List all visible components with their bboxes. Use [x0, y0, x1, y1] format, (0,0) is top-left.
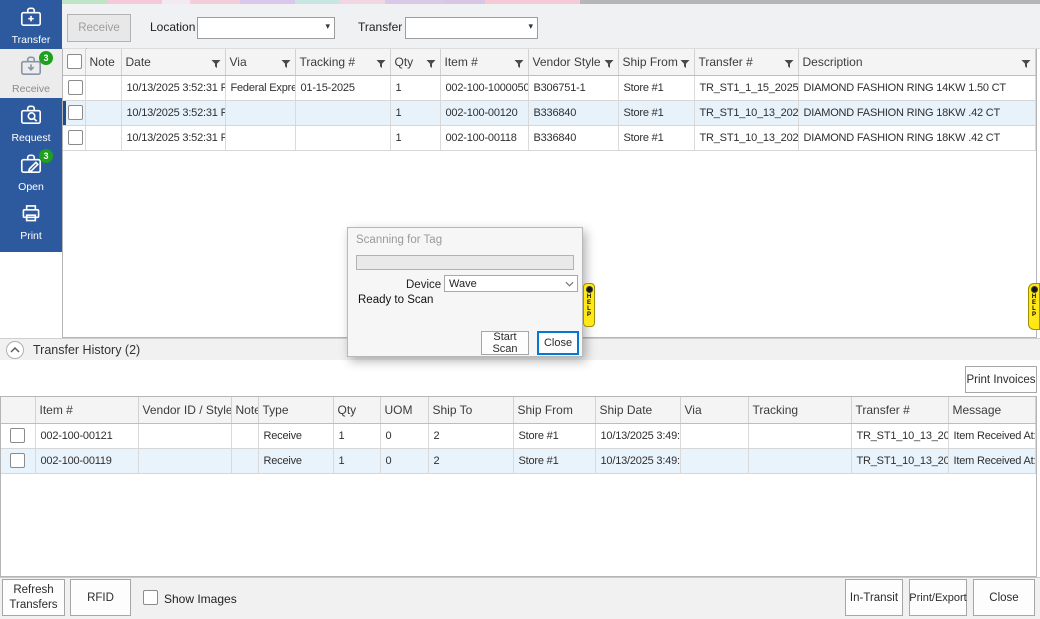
column-header-qty[interactable]: Qty	[390, 49, 440, 75]
footer-bar: Refresh Transfers RFID Show Images In-Tr…	[0, 577, 1040, 619]
sidebar: Transfer 3 Receive Request 3 Open Print	[0, 0, 62, 252]
column-header-qty[interactable]: Qty	[333, 397, 380, 423]
show-images-checkbox[interactable]	[143, 590, 158, 605]
sidebar-item-print[interactable]: Print	[0, 196, 62, 245]
scan-status-text: Ready to Scan	[358, 294, 433, 306]
sidebar-item-label: Print	[20, 230, 42, 242]
briefcase-plus-icon	[18, 4, 44, 33]
location-label: Location	[150, 20, 195, 34]
grid-header-row: Item # Vendor ID / Style Note Type Qty U…	[1, 397, 1036, 423]
edge-help-tab[interactable]: HELP	[1028, 283, 1040, 330]
toolbar: Receive Items Location ▾ Transfer # ▾	[62, 4, 1040, 49]
column-header-via[interactable]: Via	[680, 397, 748, 423]
filter-icon[interactable]	[376, 58, 386, 72]
select-all-checkbox[interactable]	[67, 54, 82, 69]
select-column-header	[1, 397, 35, 423]
column-header-item[interactable]: Item #	[440, 49, 528, 75]
transfer-history-title: Transfer History (2)	[33, 343, 140, 357]
filter-icon[interactable]	[281, 58, 291, 72]
column-header-via[interactable]: Via	[225, 49, 295, 75]
transfer-number-dropdown[interactable]: ▾	[405, 17, 538, 39]
table-row[interactable]: 10/13/2025 3:52:31 PM Federal Express 01…	[63, 75, 1036, 100]
table-row-selected[interactable]: 10/13/2025 3:52:31 PM 1 002-100-00120 B3…	[63, 100, 1036, 125]
printer-icon	[18, 200, 44, 229]
briefcase-search-icon	[18, 102, 44, 131]
dialog-close-button[interactable]: Close	[537, 331, 579, 355]
column-header-tracking[interactable]: Tracking #	[295, 49, 390, 75]
sidebar-item-transfer[interactable]: Transfer	[0, 0, 62, 49]
chevron-up-icon	[10, 347, 20, 353]
column-header-ship-to[interactable]: Ship To	[428, 397, 513, 423]
row-checkbox[interactable]	[10, 453, 25, 468]
row-checkbox[interactable]	[68, 105, 83, 120]
sidebar-item-label: Receive	[12, 83, 50, 95]
row-checkbox[interactable]	[68, 80, 83, 95]
device-dropdown[interactable]: Wave	[444, 275, 578, 292]
filter-icon[interactable]	[514, 58, 524, 72]
print-invoices-button[interactable]: Print Invoices	[965, 366, 1037, 393]
row-checkbox[interactable]	[68, 130, 83, 145]
table-row[interactable]: 002-100-00121 Receive 1 0 2 Store #1 10/…	[1, 423, 1036, 448]
help-icon	[586, 286, 593, 293]
column-header-message[interactable]: Message	[948, 397, 1036, 423]
dialog-help-tab[interactable]: HELP	[583, 283, 595, 327]
table-row[interactable]: 10/13/2025 3:52:31 PM 1 002-100-00118 B3…	[63, 125, 1036, 150]
collapse-button[interactable]	[6, 341, 24, 359]
sidebar-item-label: Request	[11, 132, 50, 144]
filter-icon[interactable]	[604, 58, 614, 72]
filter-icon[interactable]	[784, 58, 794, 72]
column-header-transfer[interactable]: Transfer #	[694, 49, 798, 75]
sidebar-item-label: Transfer	[12, 34, 51, 46]
column-header-transfer[interactable]: Transfer #	[851, 397, 948, 423]
device-label: Device	[406, 279, 441, 291]
chevron-down-icon: ▾	[325, 21, 330, 32]
column-header-note[interactable]: Note	[85, 49, 121, 75]
chevron-down-icon	[565, 281, 574, 287]
sidebar-item-open[interactable]: 3 Open	[0, 147, 62, 196]
transfer-history-grid: Item # Vendor ID / Style Note Type Qty U…	[0, 396, 1037, 577]
column-header-ship-from[interactable]: Ship From	[618, 49, 694, 75]
device-value: Wave	[449, 278, 477, 290]
filter-icon[interactable]	[211, 58, 221, 72]
chevron-down-icon: ▾	[528, 21, 533, 32]
grid-header-row: Note Date Via Tracking # Qty Item # Vend…	[63, 49, 1036, 75]
sidebar-item-label: Open	[18, 181, 44, 193]
column-header-date[interactable]: Date	[121, 49, 225, 75]
help-icon	[1031, 286, 1038, 293]
column-header-item[interactable]: Item #	[35, 397, 138, 423]
row-checkbox[interactable]	[10, 428, 25, 443]
scan-tag-input[interactable]	[356, 255, 574, 270]
in-transit-button[interactable]: In-Transit	[845, 579, 903, 616]
filter-icon[interactable]	[1021, 58, 1031, 72]
sidebar-item-receive[interactable]: 3 Receive	[0, 49, 62, 98]
filter-icon[interactable]	[426, 58, 436, 72]
column-header-vendor-style[interactable]: Vendor Style	[528, 49, 618, 75]
close-button[interactable]: Close	[973, 579, 1035, 616]
column-header-vendor-id-style[interactable]: Vendor ID / Style	[138, 397, 231, 423]
column-header-type[interactable]: Type	[258, 397, 333, 423]
receive-items-button[interactable]: Receive Items	[67, 14, 131, 42]
receive-count-badge: 3	[39, 51, 53, 65]
location-dropdown[interactable]: ▾	[197, 17, 335, 39]
start-scan-button[interactable]: Start Scan	[481, 331, 529, 355]
column-header-description[interactable]: Description	[798, 49, 1036, 75]
print-export-button[interactable]: Print/Export	[909, 579, 967, 616]
rfid-button[interactable]: RFID	[70, 579, 131, 616]
open-count-badge: 3	[39, 149, 53, 163]
refresh-transfers-button[interactable]: Refresh Transfers	[2, 579, 65, 616]
column-header-uom[interactable]: UOM	[380, 397, 428, 423]
filter-icon[interactable]	[680, 58, 690, 72]
select-all-header[interactable]	[63, 49, 85, 75]
column-header-ship-from[interactable]: Ship From	[513, 397, 595, 423]
show-images-label: Show Images	[164, 592, 237, 606]
sidebar-item-request[interactable]: Request	[0, 98, 62, 147]
column-header-tracking[interactable]: Tracking	[748, 397, 851, 423]
column-header-note[interactable]: Note	[231, 397, 258, 423]
dialog-title: Scanning for Tag	[356, 234, 442, 246]
column-header-ship-date[interactable]: Ship Date	[595, 397, 680, 423]
scanning-for-tag-dialog: Scanning for Tag Device Wave Ready to Sc…	[347, 227, 583, 357]
table-row[interactable]: 002-100-00119 Receive 1 0 2 Store #1 10/…	[1, 448, 1036, 473]
